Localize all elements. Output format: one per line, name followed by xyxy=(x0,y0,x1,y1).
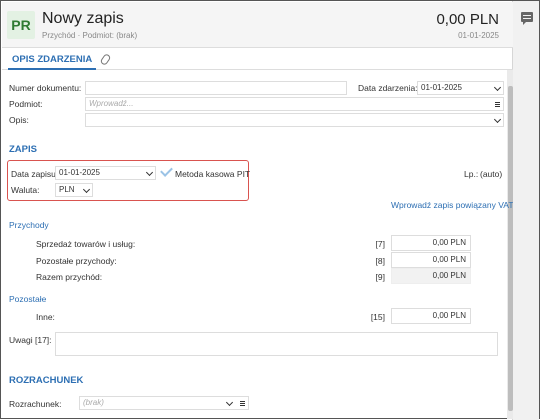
scrollbar-thumb[interactable] xyxy=(508,86,513,411)
menu-icon[interactable] xyxy=(240,401,245,406)
total-amount: 0,00 PLN xyxy=(436,11,499,28)
section-pozostale: Pozostałe xyxy=(9,294,47,304)
section-przychody: Przychody xyxy=(9,220,49,230)
other-income-input[interactable]: 0,00 PLN xyxy=(391,252,471,268)
subject-input[interactable]: Wprowadź... xyxy=(85,97,504,111)
total-income-value: 0,00 PLN xyxy=(391,268,471,284)
main-panel: PR Nowy zapis Przychód · Podmiot: (brak)… xyxy=(2,2,513,419)
settlement-select[interactable]: (brak) xyxy=(79,396,249,410)
description-select[interactable] xyxy=(85,113,504,127)
lp-label: Lp.: xyxy=(464,169,479,179)
paperclip-icon[interactable] xyxy=(99,52,112,67)
vertical-scrollbar[interactable] xyxy=(507,70,513,419)
currency-value: PLN xyxy=(59,185,75,194)
header-date: 01-01-2025 xyxy=(458,31,499,40)
income-row-label: Razem przychód: xyxy=(36,272,103,282)
entry-date-select[interactable]: 01-01-2025 xyxy=(55,166,156,180)
income-row-label: Sprzedaż towarów i usług: xyxy=(36,239,136,249)
subject-placeholder: Wprowadź... xyxy=(89,99,134,108)
section-zapis: ZAPIS xyxy=(9,144,37,155)
currency-label: Waluta: xyxy=(11,185,40,195)
event-date-value: 01-01-2025 xyxy=(421,83,462,92)
cash-method-label: Metoda kasowa PIT xyxy=(175,169,251,179)
right-sidebar xyxy=(512,1,539,420)
entry-date-label: Data zapisu xyxy=(11,169,56,179)
document-number-input[interactable] xyxy=(85,81,347,95)
type-badge: PR xyxy=(7,11,35,39)
subject-label: Podmiot: xyxy=(9,99,43,109)
page-subtitle: Przychód · Podmiot: (brak) xyxy=(42,31,138,40)
notes-label: Uwagi [17]: xyxy=(9,335,52,345)
settlement-placeholder: (brak) xyxy=(83,398,104,407)
income-row-label: Pozostałe przychody: xyxy=(36,256,117,266)
income-row-code: [9] xyxy=(375,272,385,282)
income-row-code: [7] xyxy=(375,239,385,249)
currency-select[interactable]: PLN xyxy=(55,183,93,197)
sales-income-input[interactable]: 0,00 PLN xyxy=(391,235,471,251)
other-label: Inne: xyxy=(36,312,55,322)
income-row-code: [8] xyxy=(375,256,385,266)
tab-opis-zdarzenia[interactable]: OPIS ZDARZENIA xyxy=(8,50,97,70)
record-header: PR Nowy zapis Przychód · Podmiot: (brak)… xyxy=(2,2,513,48)
page-title: Nowy zapis xyxy=(42,10,124,27)
chevron-down-icon xyxy=(493,83,502,92)
chevron-down-icon xyxy=(225,398,234,407)
description-label: Opis: xyxy=(9,115,29,125)
notes-textarea[interactable] xyxy=(55,332,498,356)
chevron-down-icon xyxy=(82,185,91,194)
linked-vat-entry-link[interactable]: Wprowadź zapis powiązany VAT xyxy=(391,200,513,210)
comment-icon[interactable] xyxy=(521,12,533,25)
document-number-label: Numer dokumentu: xyxy=(9,83,82,93)
event-date-select[interactable]: 01-01-2025 xyxy=(417,81,504,95)
other-code: [15] xyxy=(370,312,385,322)
other-value-input[interactable]: 0,00 PLN xyxy=(391,308,471,324)
chevron-down-icon xyxy=(145,168,154,177)
section-rozrachunek: ROZRACHUNEK xyxy=(9,375,84,386)
menu-icon[interactable] xyxy=(495,102,500,107)
tab-bar: OPIS ZDARZENIA xyxy=(2,50,513,70)
settlement-label: Rozrachunek: xyxy=(9,399,62,409)
chevron-down-icon xyxy=(493,115,502,124)
window: PR Nowy zapis Przychód · Podmiot: (brak)… xyxy=(0,0,540,420)
event-date-label: Data zdarzenia: xyxy=(358,83,418,93)
entry-date-value: 01-01-2025 xyxy=(59,168,100,177)
lp-value: (auto) xyxy=(480,169,503,179)
